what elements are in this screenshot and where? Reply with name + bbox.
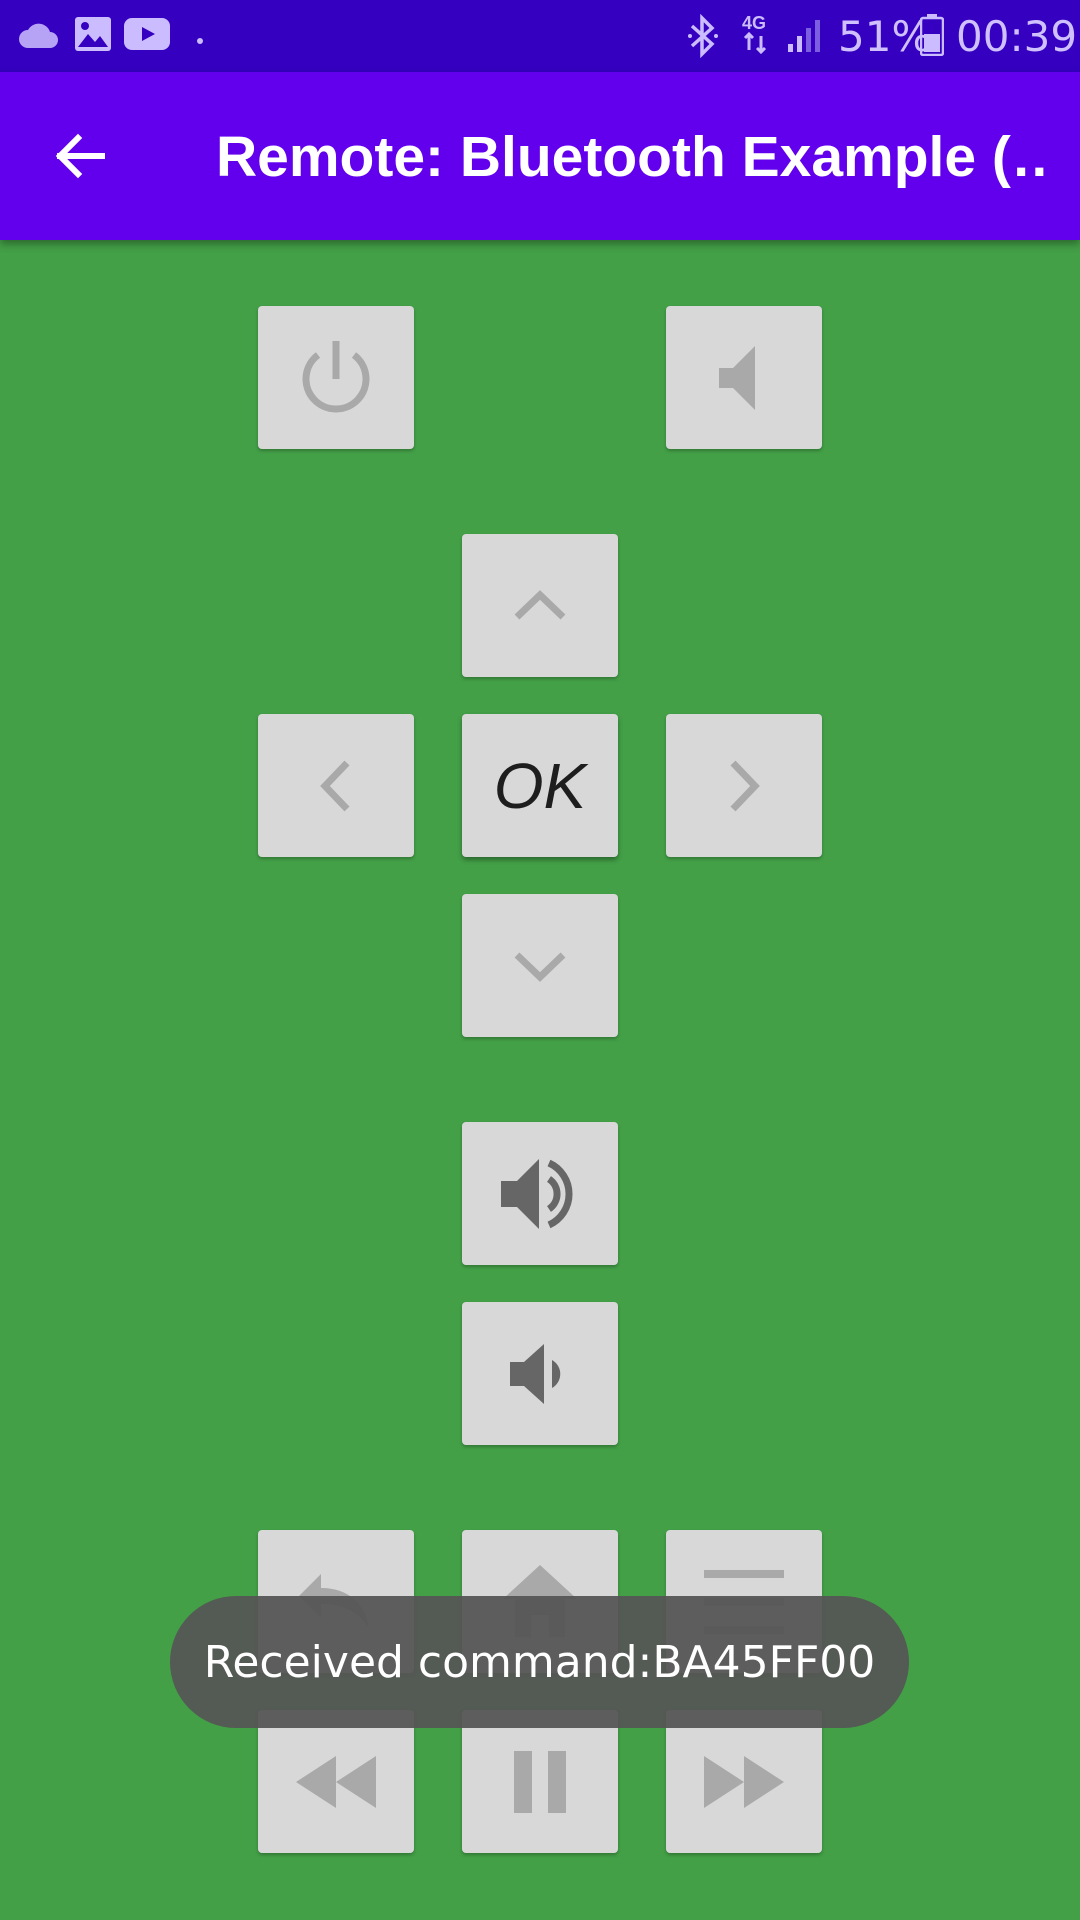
- signal-icon: [786, 18, 824, 59]
- up-button[interactable]: [462, 534, 618, 677]
- dot-icon: [196, 32, 204, 50]
- power-button[interactable]: [258, 306, 414, 449]
- volume-down-button[interactable]: [462, 1302, 618, 1445]
- status-bar: 4G 51% 00:39: [0, 0, 1080, 72]
- network-type: 4G: [742, 13, 767, 33]
- app-bar: Remote: Bluetooth Example (…: [0, 72, 1080, 240]
- left-button[interactable]: [258, 714, 414, 857]
- pause-key[interactable]: [462, 1710, 618, 1853]
- youtube-icon: [124, 18, 170, 55]
- back-button[interactable]: [40, 116, 120, 196]
- cloud-icon: [18, 20, 60, 55]
- down-button[interactable]: [462, 894, 618, 1037]
- right-button[interactable]: [666, 714, 822, 857]
- chevron-right-icon: [730, 760, 760, 811]
- arrow-back-icon: [55, 133, 105, 179]
- volume-up-button[interactable]: [462, 1122, 618, 1265]
- chevron-up-icon: [514, 589, 566, 620]
- speaker-mute-icon: [719, 345, 755, 410]
- chevron-left-icon: [320, 760, 350, 811]
- mute-button[interactable]: [666, 306, 822, 449]
- rewind-key[interactable]: [258, 1710, 414, 1853]
- ok-button[interactable]: OK: [462, 714, 618, 857]
- page-title: Remote: Bluetooth Example (…: [216, 125, 1046, 189]
- power-icon: [302, 340, 370, 412]
- fast-forward-key[interactable]: [666, 1710, 822, 1853]
- chevron-down-icon: [514, 951, 566, 982]
- pause-icon: [514, 1750, 566, 1813]
- battery-percentage: 51%: [838, 12, 932, 61]
- volume-up-icon: [501, 1158, 573, 1229]
- 4g-icon: 4G: [742, 14, 768, 59]
- clock: 00:39: [956, 12, 1078, 61]
- rewind-icon: [296, 1755, 376, 1808]
- toast-text: Received command:BA45FF00: [203, 1636, 876, 1688]
- toast-message: Received command:BA45FF00: [170, 1596, 909, 1728]
- battery-icon: [919, 14, 945, 61]
- bluetooth-icon: [686, 13, 720, 63]
- fast-forward-icon: [704, 1755, 784, 1808]
- volume-down-icon: [510, 1343, 561, 1404]
- ok-label: OK: [493, 749, 587, 822]
- gallery-icon: [74, 16, 112, 57]
